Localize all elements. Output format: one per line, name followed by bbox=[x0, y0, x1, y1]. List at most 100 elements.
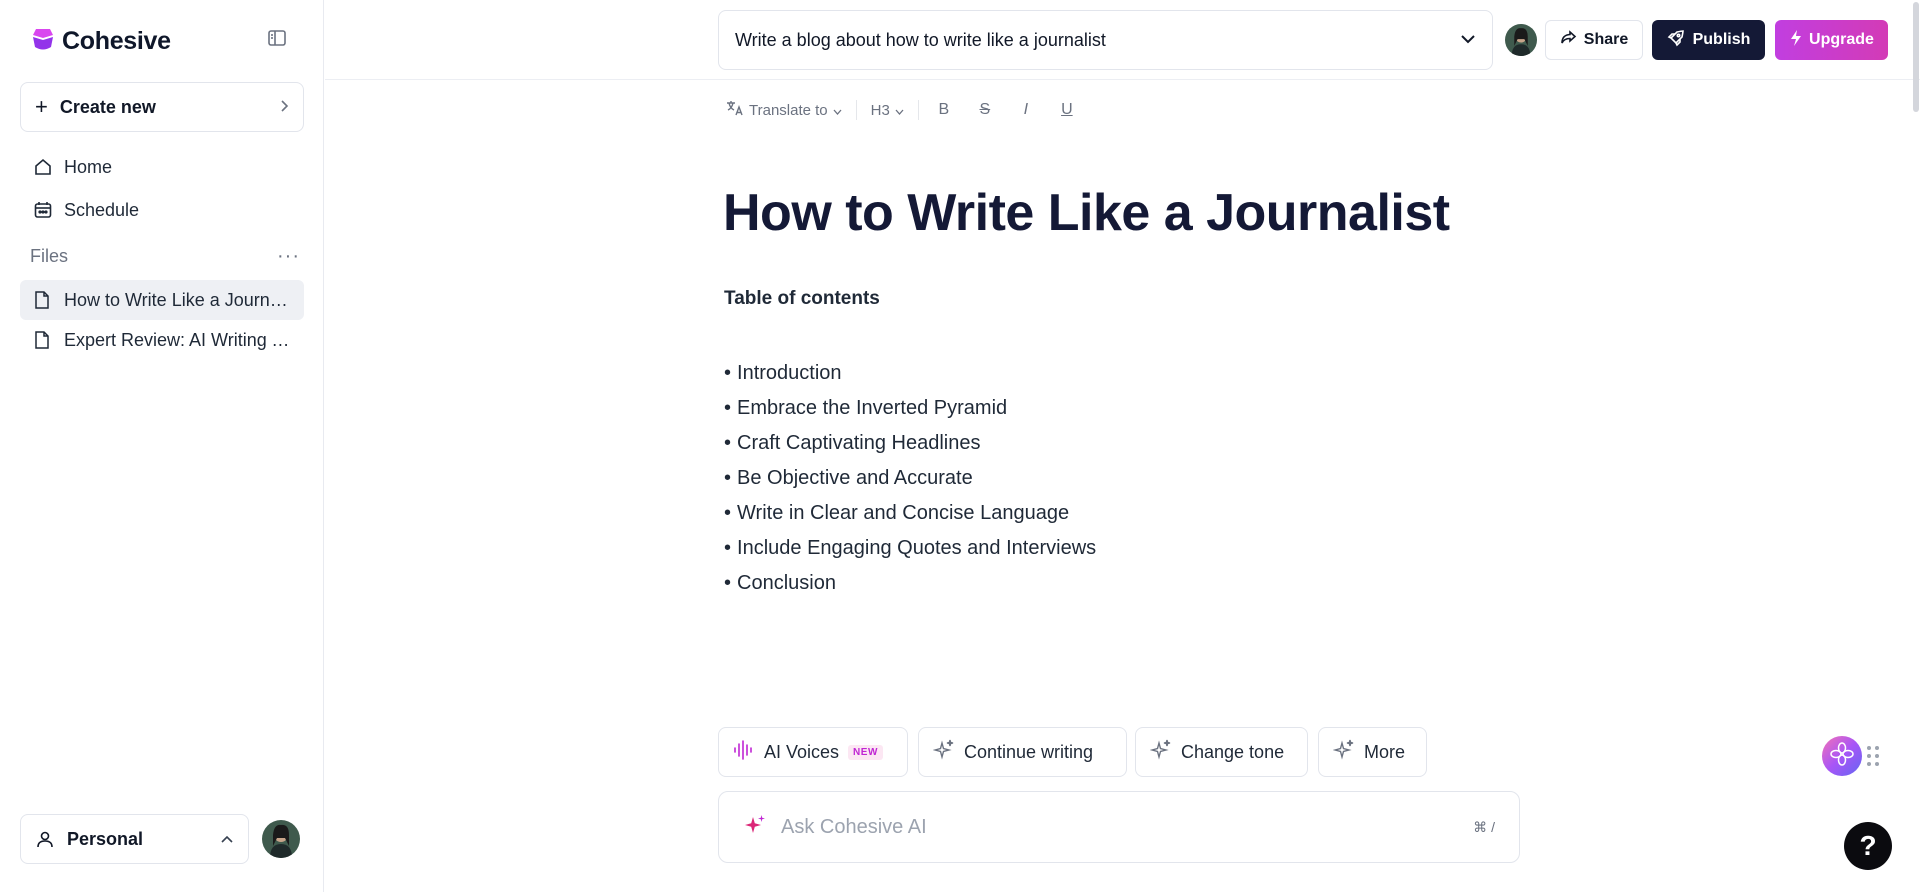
file-item[interactable]: How to Write Like a Journalist bbox=[20, 280, 304, 320]
prompt-selector[interactable]: Write a blog about how to write like a j… bbox=[718, 10, 1493, 70]
ai-sparkle-icon bbox=[743, 813, 767, 842]
sparkle-icon bbox=[1332, 739, 1355, 766]
scrollbar-thumb[interactable] bbox=[1913, 2, 1919, 112]
bullet-icon: • bbox=[724, 502, 732, 524]
brand-logo[interactable]: Cohesive bbox=[30, 26, 171, 57]
soundwave-icon bbox=[733, 739, 755, 765]
sidebar-toggle-icon bbox=[267, 28, 287, 53]
document-icon bbox=[34, 329, 52, 351]
strikethrough-icon: S bbox=[979, 101, 991, 118]
editor-toolbar: Translate to H3 B S I U bbox=[726, 96, 1097, 124]
translate-dropdown[interactable]: Translate to bbox=[726, 100, 842, 120]
more-label: More bbox=[1364, 741, 1406, 762]
brand-name: Cohesive bbox=[62, 27, 171, 55]
chevron-right-icon bbox=[279, 97, 289, 118]
toc-heading[interactable]: Table of contents bbox=[724, 288, 880, 310]
sparkle-icon bbox=[932, 739, 955, 766]
publish-label: Publish bbox=[1692, 31, 1751, 48]
drag-handle-icon[interactable] bbox=[1866, 744, 1880, 768]
ask-ai-box[interactable]: ⌘ / bbox=[718, 791, 1520, 863]
toc-item[interactable]: • Include Engaging Quotes and Interviews bbox=[724, 531, 1096, 566]
sidebar-item-label: Home bbox=[64, 156, 113, 177]
publish-button[interactable]: Publish bbox=[1652, 20, 1765, 60]
help-button[interactable]: ? bbox=[1844, 822, 1892, 870]
toc-item-text: Conclusion bbox=[737, 572, 836, 594]
ask-ai-input[interactable] bbox=[781, 815, 1474, 839]
bold-icon: B bbox=[938, 101, 950, 118]
toolbar-divider bbox=[917, 100, 919, 120]
help-label: ? bbox=[1859, 830, 1877, 861]
bold-button[interactable]: B bbox=[933, 99, 955, 121]
toc-item-text: Embrace the Inverted Pyramid bbox=[737, 397, 1008, 419]
document-title[interactable]: How to Write Like a Journalist bbox=[723, 183, 1450, 243]
upgrade-button[interactable]: Upgrade bbox=[1775, 20, 1888, 60]
toc-item-text: Include Engaging Quotes and Interviews bbox=[737, 537, 1097, 559]
more-actions-button[interactable]: More bbox=[1318, 727, 1427, 777]
bullet-icon: • bbox=[724, 432, 732, 454]
share-button[interactable]: Share bbox=[1545, 20, 1643, 60]
chevron-down-icon bbox=[1460, 31, 1476, 49]
toc-item-text: Introduction bbox=[737, 362, 842, 384]
translate-label: Translate to bbox=[749, 101, 828, 119]
chevron-down-icon bbox=[833, 102, 842, 119]
sidebar-item-schedule[interactable]: Schedule bbox=[20, 191, 304, 229]
share-icon bbox=[1560, 30, 1577, 50]
toc-list: • Introduction • Embrace the Inverted Pyra… bbox=[724, 356, 1096, 601]
toc-item[interactable]: • Be Objective and Accurate bbox=[724, 461, 1096, 496]
ai-voices-button[interactable]: AI Voices NEW bbox=[718, 727, 908, 777]
heading-level-label: H3 bbox=[870, 101, 890, 119]
translate-icon bbox=[726, 100, 744, 120]
continue-writing-label: Continue writing bbox=[964, 741, 1094, 762]
sidebar-item-home[interactable]: Home bbox=[20, 148, 304, 186]
toc-item-text: Write in Clear and Concise Language bbox=[737, 502, 1070, 524]
italic-icon: I bbox=[1023, 101, 1029, 118]
lightning-icon bbox=[1789, 29, 1803, 52]
more-options-icon[interactable]: ··· bbox=[277, 245, 300, 268]
share-label: Share bbox=[1583, 31, 1629, 48]
files-section-header: Files ··· bbox=[30, 245, 300, 268]
new-badge: NEW bbox=[848, 744, 883, 760]
workspace-label: Personal bbox=[67, 828, 144, 849]
ai-assistant-button[interactable] bbox=[1822, 736, 1862, 776]
scrollbar[interactable] bbox=[1912, 0, 1920, 892]
workspace-switcher[interactable]: Personal bbox=[20, 814, 249, 864]
bullet-icon: • bbox=[724, 467, 732, 489]
italic-button[interactable]: I bbox=[1015, 99, 1037, 121]
create-new-button[interactable]: + Create new bbox=[20, 82, 304, 132]
toc-item[interactable]: • Craft Captivating Headlines bbox=[724, 426, 1096, 461]
keyboard-shortcut-hint: ⌘ / bbox=[1473, 818, 1495, 835]
home-icon bbox=[32, 156, 54, 178]
collapse-sidebar-button[interactable] bbox=[264, 27, 290, 53]
toc-item[interactable]: • Introduction bbox=[724, 356, 1096, 391]
sidebar: Cohesive + Create new Home Schedule File… bbox=[0, 0, 324, 892]
plus-icon: + bbox=[35, 94, 48, 119]
file-item[interactable]: Expert Review: AI Writing Tools bbox=[20, 320, 304, 360]
user-icon bbox=[35, 828, 57, 850]
bullet-icon: • bbox=[724, 362, 732, 384]
cohesive-logo-icon bbox=[30, 26, 56, 57]
underline-button[interactable]: U bbox=[1056, 99, 1078, 121]
change-tone-button[interactable]: Change tone bbox=[1135, 727, 1308, 777]
document-icon bbox=[34, 289, 52, 311]
rocket-icon bbox=[1667, 29, 1685, 52]
underline-icon: U bbox=[1061, 101, 1073, 118]
continue-writing-button[interactable]: Continue writing bbox=[918, 727, 1127, 777]
chevron-down-icon bbox=[895, 102, 904, 119]
toc-item[interactable]: • Write in Clear and Concise Language bbox=[724, 496, 1096, 531]
toolbar-divider bbox=[855, 100, 857, 120]
header-divider bbox=[325, 79, 1920, 80]
calendar-icon bbox=[32, 199, 54, 221]
strikethrough-button[interactable]: S bbox=[974, 99, 996, 121]
file-item-label: How to Write Like a Journalist bbox=[64, 289, 296, 310]
bullet-icon: • bbox=[724, 537, 732, 559]
toc-item[interactable]: • Embrace the Inverted Pyramid bbox=[724, 391, 1096, 426]
toc-item-text: Be Objective and Accurate bbox=[737, 467, 973, 489]
chevron-up-icon bbox=[220, 831, 234, 847]
bullet-icon: • bbox=[724, 397, 732, 419]
toc-item[interactable]: • Conclusion bbox=[724, 566, 1096, 601]
prompt-text: Write a blog about how to write like a j… bbox=[735, 29, 1106, 50]
header-avatar[interactable] bbox=[1505, 24, 1537, 56]
ai-voices-label: AI Voices bbox=[764, 741, 840, 762]
heading-level-dropdown[interactable]: H3 bbox=[871, 102, 904, 119]
user-avatar[interactable] bbox=[262, 820, 300, 858]
